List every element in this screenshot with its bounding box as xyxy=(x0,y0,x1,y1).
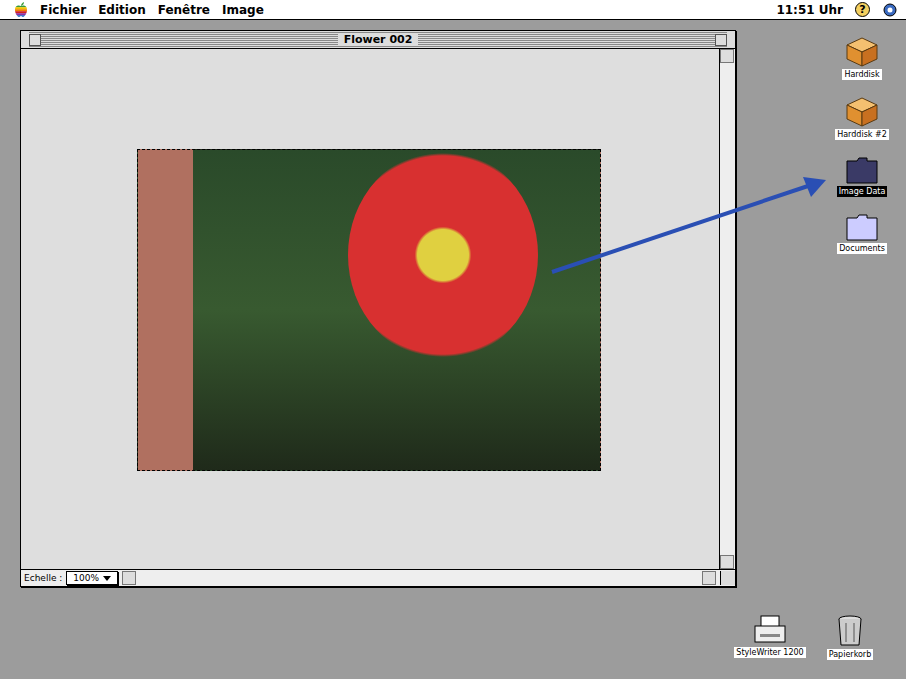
title-bar[interactable]: Flower 002 xyxy=(21,31,735,49)
bottom-bar: Echelle : 100% xyxy=(21,569,735,586)
desktop-icon[interactable]: StyleWriter 1200 xyxy=(720,614,820,658)
desktop-icon-label: Image Data xyxy=(837,186,888,197)
menu-item[interactable]: Fenêtre xyxy=(158,3,210,17)
printer-icon xyxy=(752,614,788,646)
menu-item[interactable]: Image xyxy=(222,3,264,17)
dropdown-arrow-icon xyxy=(103,576,111,581)
scroll-left-icon[interactable] xyxy=(122,571,136,585)
desktop-icon[interactable]: Image Data xyxy=(812,155,906,197)
menu-item[interactable]: Fichier xyxy=(40,3,86,17)
window-title: Flower 002 xyxy=(338,33,419,46)
desktop-icon[interactable]: Documents xyxy=(812,212,906,254)
desktop-icon-label: StyleWriter 1200 xyxy=(734,647,805,658)
scale-dropdown[interactable]: 100% xyxy=(66,571,118,585)
trash-icon xyxy=(836,614,864,648)
apple-logo-icon[interactable] xyxy=(14,2,28,18)
desktop-icon-label: Harddisk xyxy=(842,69,881,80)
grow-box-icon[interactable] xyxy=(720,571,735,585)
folder-icon xyxy=(845,212,879,242)
desktop-icon-label: Harddisk #2 xyxy=(835,129,889,140)
scale-label: Echelle : xyxy=(24,573,62,583)
clock[interactable]: 11:51 Uhr xyxy=(776,3,843,17)
scroll-down-icon[interactable] xyxy=(720,555,734,569)
application-menu-icon[interactable] xyxy=(882,2,898,18)
desktop-icon[interactable]: Harddisk xyxy=(812,36,906,80)
scroll-right-icon[interactable] xyxy=(702,571,716,585)
desktop-icon-label: Documents xyxy=(837,243,887,254)
folder-icon xyxy=(845,155,879,185)
flower-photo[interactable] xyxy=(137,149,601,471)
hard-disk-icon xyxy=(845,36,879,68)
vertical-scrollbar[interactable] xyxy=(719,49,735,569)
zoom-box-icon[interactable] xyxy=(715,34,727,46)
scroll-up-icon[interactable] xyxy=(720,49,734,63)
image-window: Flower 002 Echelle : 100% xyxy=(20,30,736,587)
annotation-arrow-icon xyxy=(0,0,906,679)
menu-item[interactable]: Edition xyxy=(98,3,146,17)
menu-bar: Fichier Edition Fenêtre Image 11:51 Uhr ? xyxy=(0,0,906,20)
desktop-icon-label: Papierkorb xyxy=(827,649,874,660)
hard-disk-icon xyxy=(845,96,879,128)
desktop-icon[interactable]: Harddisk #2 xyxy=(812,96,906,140)
close-box-icon[interactable] xyxy=(29,34,41,46)
help-icon[interactable]: ? xyxy=(855,2,870,17)
desktop-icon[interactable]: Papierkorb xyxy=(800,614,900,660)
desktop: Fichier Edition Fenêtre Image 11:51 Uhr ? F… xyxy=(0,0,906,679)
canvas xyxy=(21,49,719,569)
